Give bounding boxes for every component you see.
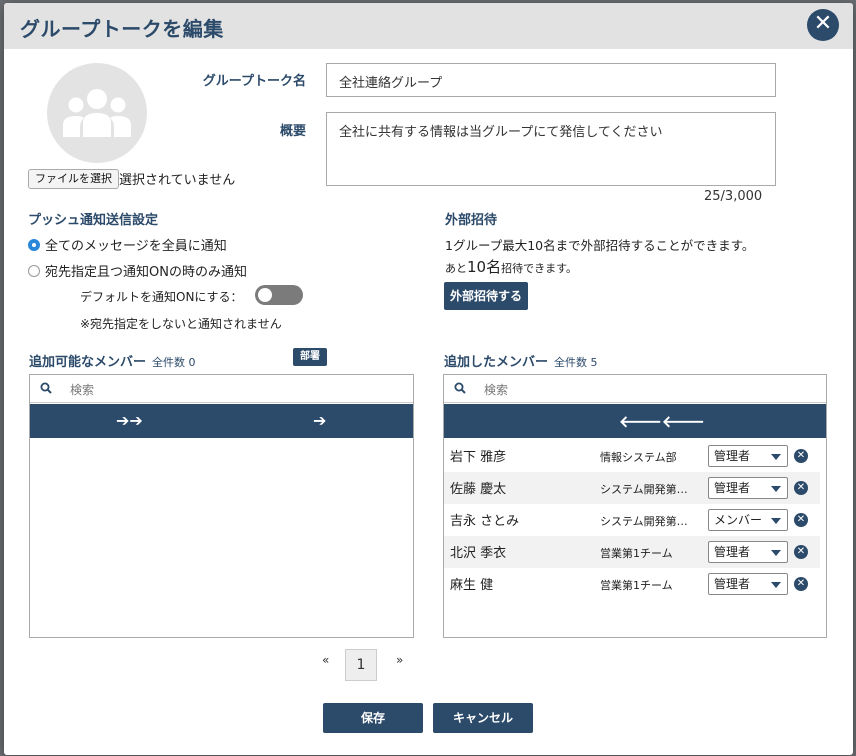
member-dept: システム開発第… [600,483,688,496]
push-note: ※宛先指定をしないと通知されません [80,317,282,331]
group-icon [63,89,131,137]
remove-all-arrow-icon[interactable]: 🡐🡐 [619,411,705,431]
remove-member-icon[interactable]: ✕ [794,513,808,527]
role-select[interactable]: 管理者 [708,477,788,499]
member-row: 岩下 雅彦 情報システム部 管理者 ✕ [444,440,820,472]
push-settings-title: プッシュ通知送信設定 [28,213,159,228]
available-members-panel: 検索 ➔➔ ➔ [29,374,414,638]
modal-title: グループトークを編集 [20,17,224,41]
radio-notify-mention[interactable]: 宛先指定且つ通知ONの時のみ通知 [28,261,247,280]
available-search-row: 検索 [30,375,413,403]
default-on-label: デフォルトを通知ONにする： [80,290,243,304]
role-value: メンバー [714,513,763,527]
member-row: 麻生 健 営業第1チーム 管理者 ✕ [444,568,820,600]
member-name: 佐藤 慶太 [450,482,507,497]
modal-header: グループトークを編集 ✕ [4,3,853,49]
added-members-title-text: 追加したメンバー [444,355,549,370]
caret-down-icon [771,486,781,492]
member-row: 吉永 さとみ システム開発第… メンバー ✕ [444,504,820,536]
available-members-title: 追加可能なメンバー 全件数 0 [29,351,196,370]
character-counter: 25/3,000 [704,189,763,204]
remove-member-icon[interactable]: ✕ [794,545,808,559]
external-invite-title: 外部招待 [445,213,498,228]
role-select[interactable]: 管理者 [708,573,788,595]
member-row: 北沢 季衣 営業第1チーム 管理者 ✕ [444,536,820,568]
member-dept: 営業第1チーム [600,547,673,560]
default-on-toggle[interactable] [255,285,303,305]
pagination-next[interactable]: » [396,653,403,667]
external-invite-description: 1グループ最大10名まで外部招待することができます。 [445,238,755,253]
available-members-count: 全件数 0 [152,356,196,369]
radio-notify-all[interactable]: 全てのメッセージを全員に通知 [28,235,227,254]
radio-notify-mention-label: 宛先指定且つ通知ONの時のみ通知 [45,265,247,280]
remove-member-icon[interactable]: ✕ [794,481,808,495]
add-all-arrow-icon[interactable]: ➔➔ [116,411,143,430]
member-name: 北沢 季衣 [450,546,507,561]
available-search-input[interactable]: 検索 [70,381,94,398]
add-one-arrow-icon[interactable]: ➔ [313,411,326,430]
role-select[interactable]: 管理者 [708,445,788,467]
external-invite-remaining: あと10名招待できます。 [445,256,577,277]
member-dept: 情報システム部 [600,451,677,464]
member-row: 佐藤 慶太 システム開発第… 管理者 ✕ [444,472,820,504]
caret-down-icon [771,454,781,460]
group-name-input[interactable]: 全社連絡グループ [326,63,776,97]
remove-member-icon[interactable]: ✕ [794,577,808,591]
search-icon [454,382,466,394]
added-members-panel: 検索 🡐🡐 岩下 雅彦 情報システム部 管理者 ✕ 佐藤 慶太 システム開発第…… [443,374,827,638]
pagination-current-page[interactable]: 1 [345,649,377,681]
member-name: 吉永 さとみ [450,514,520,529]
remaining-suffix: 招待できます。 [501,262,577,275]
cancel-button[interactable]: キャンセル [433,703,533,733]
member-dept: システム開発第… [600,515,688,528]
choose-file-button[interactable]: ファイルを選択 [28,169,119,189]
radio-unchecked-icon [28,264,40,277]
radio-checked-icon [28,238,40,251]
close-icon: ✕ [813,11,833,36]
role-value: 管理者 [714,577,751,591]
search-icon [40,382,52,394]
remaining-prefix: あと [445,262,467,275]
added-search-row: 検索 [444,375,826,403]
available-arrow-bar: ➔➔ ➔ [30,404,413,438]
radio-notify-all-label: 全てのメッセージを全員に通知 [45,239,227,254]
member-name: 岩下 雅彦 [450,450,507,465]
added-members-title: 追加したメンバー 全件数 5 [444,351,598,370]
summary-textarea[interactable]: 全社に共有する情報は当グループにて発信してください [326,112,776,186]
caret-down-icon [771,518,781,524]
member-name: 麻生 健 [450,578,494,593]
role-value: 管理者 [714,449,751,463]
available-members-title-text: 追加可能なメンバー [29,355,147,370]
summary-label: 概要 [279,124,306,139]
remaining-count: 10名 [467,258,502,276]
department-filter-button[interactable]: 部署 [293,348,327,366]
caret-down-icon [771,550,781,556]
role-select[interactable]: 管理者 [708,541,788,563]
added-search-input[interactable]: 検索 [484,381,508,398]
role-value: 管理者 [714,545,751,559]
save-button[interactable]: 保存 [323,703,423,733]
added-members-count: 全件数 5 [554,356,598,369]
edit-group-talk-modal: グループトークを編集 ✕ ファイルを選択 選択されていません グループトーク名 … [4,3,853,755]
caret-down-icon [771,582,781,588]
added-arrow-bar: 🡐🡐 [444,404,826,438]
external-invite-button[interactable]: 外部招待する [444,282,528,310]
file-status: 選択されていません [119,173,236,188]
group-name-label: グループトーク名 [202,74,306,89]
remove-member-icon[interactable]: ✕ [794,449,808,463]
pagination-prev[interactable]: « [322,653,329,667]
role-value: 管理者 [714,481,751,495]
member-dept: 営業第1チーム [600,579,673,592]
group-avatar [47,63,147,163]
role-select[interactable]: メンバー [708,509,788,531]
close-button[interactable]: ✕ [807,9,839,41]
